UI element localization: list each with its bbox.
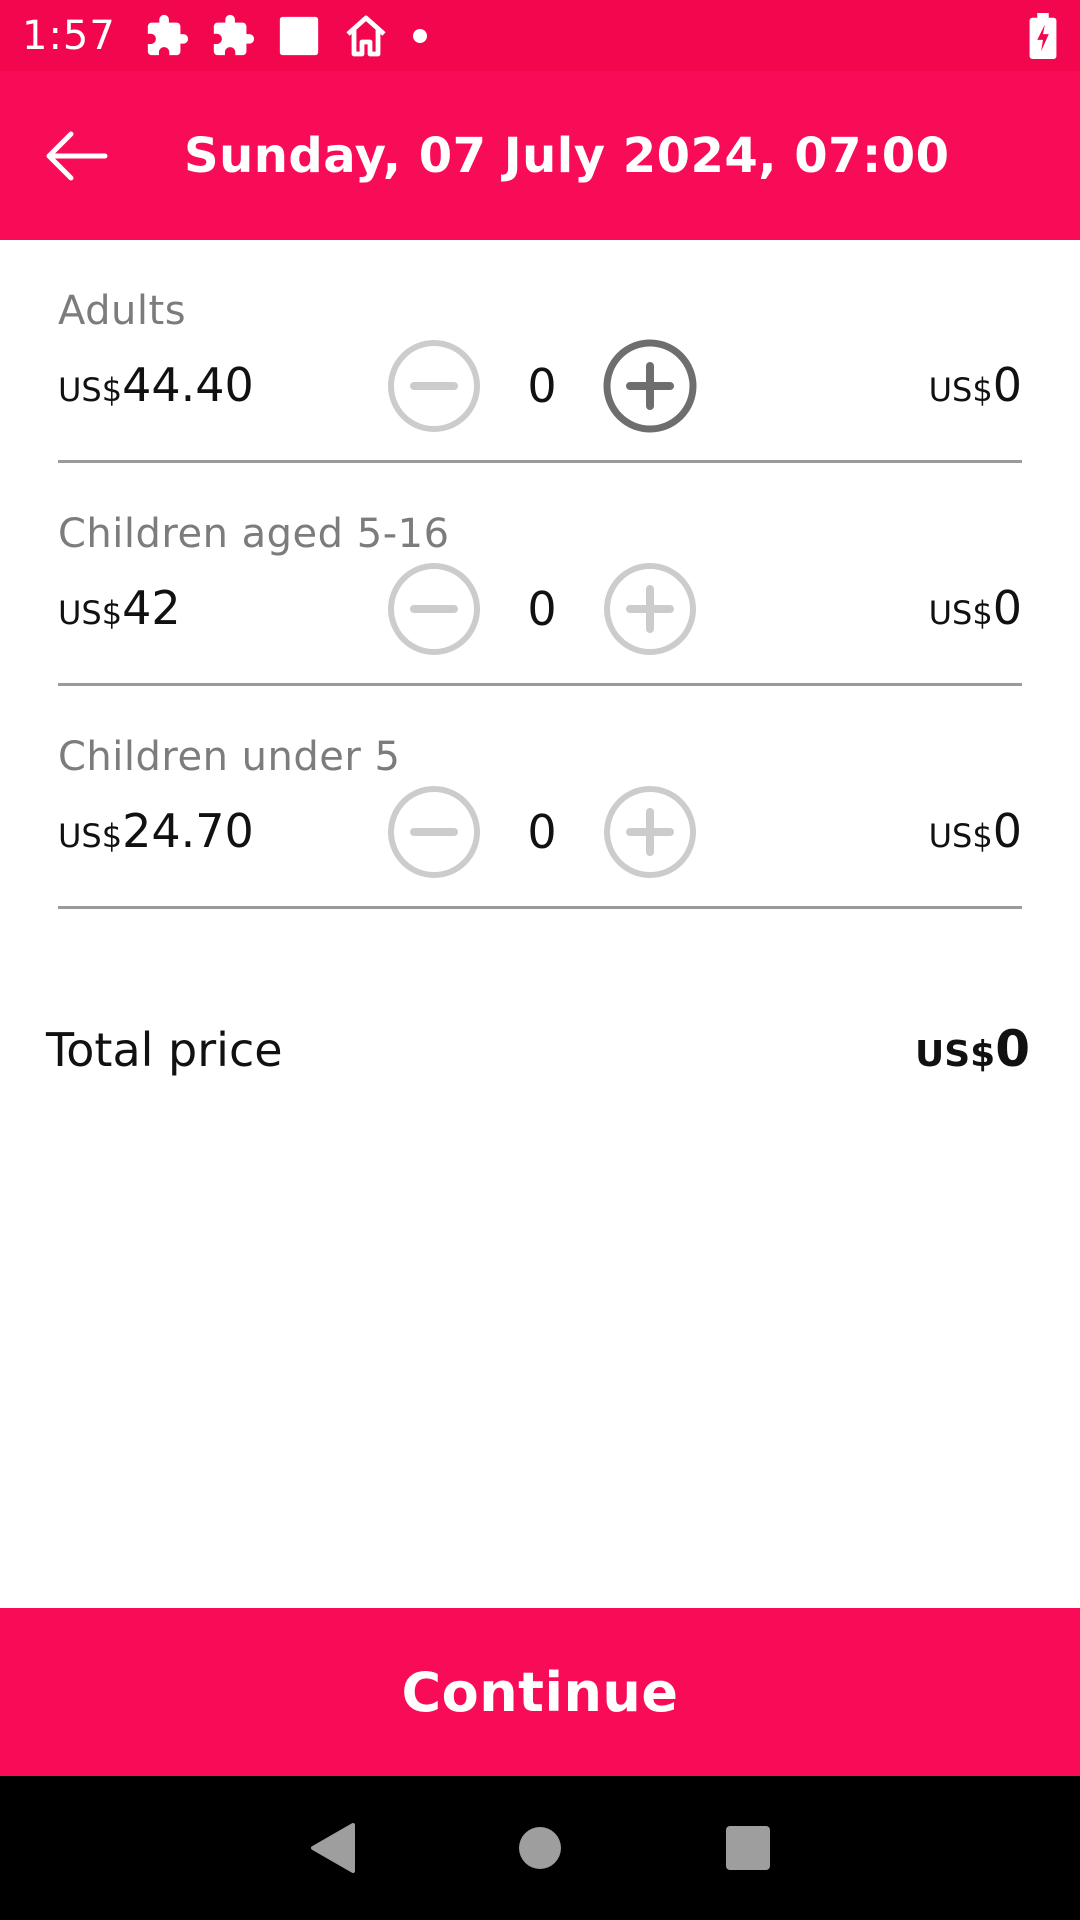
nav-recents-button[interactable] <box>688 1788 808 1908</box>
subtotal-amount: 0 <box>992 804 1022 858</box>
minus-circle-icon <box>388 340 480 432</box>
triangle-back-icon <box>311 1823 355 1873</box>
back-button[interactable] <box>24 104 128 208</box>
battery-charging-icon <box>1028 12 1058 59</box>
price-currency: US$ <box>58 594 123 632</box>
total-currency: US$ <box>914 1034 996 1075</box>
increment-button[interactable] <box>602 338 698 434</box>
ticket-price: US$ 44.40 <box>58 358 254 412</box>
subtotal-currency: US$ <box>928 594 993 632</box>
ticket-price: US$ 24.70 <box>58 804 254 858</box>
quantity-value: 0 <box>527 582 557 636</box>
decrement-button[interactable] <box>386 784 482 880</box>
status-right-group <box>1028 12 1058 59</box>
decrement-button[interactable] <box>386 561 482 657</box>
total-row: Total price US$ 0 <box>46 1020 1030 1078</box>
increment-button[interactable] <box>602 561 698 657</box>
square-icon <box>276 13 322 59</box>
arrow-left-icon <box>46 131 108 180</box>
quantity-value: 0 <box>527 359 557 413</box>
minus-circle-icon <box>388 563 480 655</box>
page-title: Sunday, 07 July 2024, 07:00 <box>184 127 950 184</box>
ticket-row-adults: Adults US$ 44.40 0 US$ 0 <box>58 240 1022 463</box>
increment-button[interactable] <box>602 784 698 880</box>
plus-circle-icon <box>603 339 697 433</box>
ticket-row-children-5-16: Children aged 5-16 US$ 42 0 US$ 0 <box>58 463 1022 686</box>
nav-home-button[interactable] <box>480 1788 600 1908</box>
total-label: Total price <box>46 1023 283 1077</box>
subtotal-currency: US$ <box>928 817 993 855</box>
price-amount: 24.70 <box>122 804 254 858</box>
ticket-subtotal: US$ 0 <box>929 358 1022 412</box>
puzzle-icon <box>210 13 256 59</box>
price-currency: US$ <box>58 817 123 855</box>
square-recents-icon <box>726 1826 770 1870</box>
minus-circle-icon <box>388 786 480 878</box>
plus-circle-icon <box>604 786 696 878</box>
status-time: 1:57 <box>22 12 116 59</box>
price-currency: US$ <box>58 371 123 409</box>
ticket-row-children-under-5: Children under 5 US$ 24.70 0 US$ 0 <box>58 686 1022 909</box>
home-icon <box>342 12 390 60</box>
total-amount: 0 <box>995 1020 1030 1078</box>
decrement-button[interactable] <box>386 338 482 434</box>
ticket-price: US$ 42 <box>58 581 181 635</box>
plus-circle-icon <box>604 563 696 655</box>
price-amount: 44.40 <box>122 358 254 412</box>
nav-back-button[interactable] <box>272 1788 392 1908</box>
booking-screen: 1:57 Sunday, 07 July 2024, 07:00 Adults … <box>0 0 1080 1920</box>
ticket-label: Children aged 5-16 <box>58 511 450 557</box>
total-value: US$ 0 <box>915 1020 1030 1078</box>
ticket-subtotal: US$ 0 <box>929 581 1022 635</box>
dot-icon <box>410 26 430 46</box>
system-nav-bar <box>0 1776 1080 1920</box>
quantity-stepper-children-5-16: 0 <box>386 561 698 657</box>
subtotal-amount: 0 <box>992 581 1022 635</box>
price-amount: 42 <box>122 581 181 635</box>
puzzle-icon <box>144 13 190 59</box>
quantity-stepper-children-under-5: 0 <box>386 784 698 880</box>
subtotal-currency: US$ <box>928 371 993 409</box>
status-bar: 1:57 <box>0 0 1080 71</box>
quantity-stepper-adults: 0 <box>386 338 698 434</box>
ticket-label: Adults <box>58 288 187 334</box>
quantity-value: 0 <box>527 805 557 859</box>
ticket-label: Children under 5 <box>58 734 401 780</box>
subtotal-amount: 0 <box>992 358 1022 412</box>
continue-button[interactable]: Continue <box>0 1608 1080 1776</box>
ticket-subtotal: US$ 0 <box>929 804 1022 858</box>
circle-home-icon <box>519 1827 561 1869</box>
ticket-list: Adults US$ 44.40 0 US$ 0 Children aged 5… <box>0 240 1080 909</box>
app-bar: Sunday, 07 July 2024, 07:00 <box>0 71 1080 240</box>
